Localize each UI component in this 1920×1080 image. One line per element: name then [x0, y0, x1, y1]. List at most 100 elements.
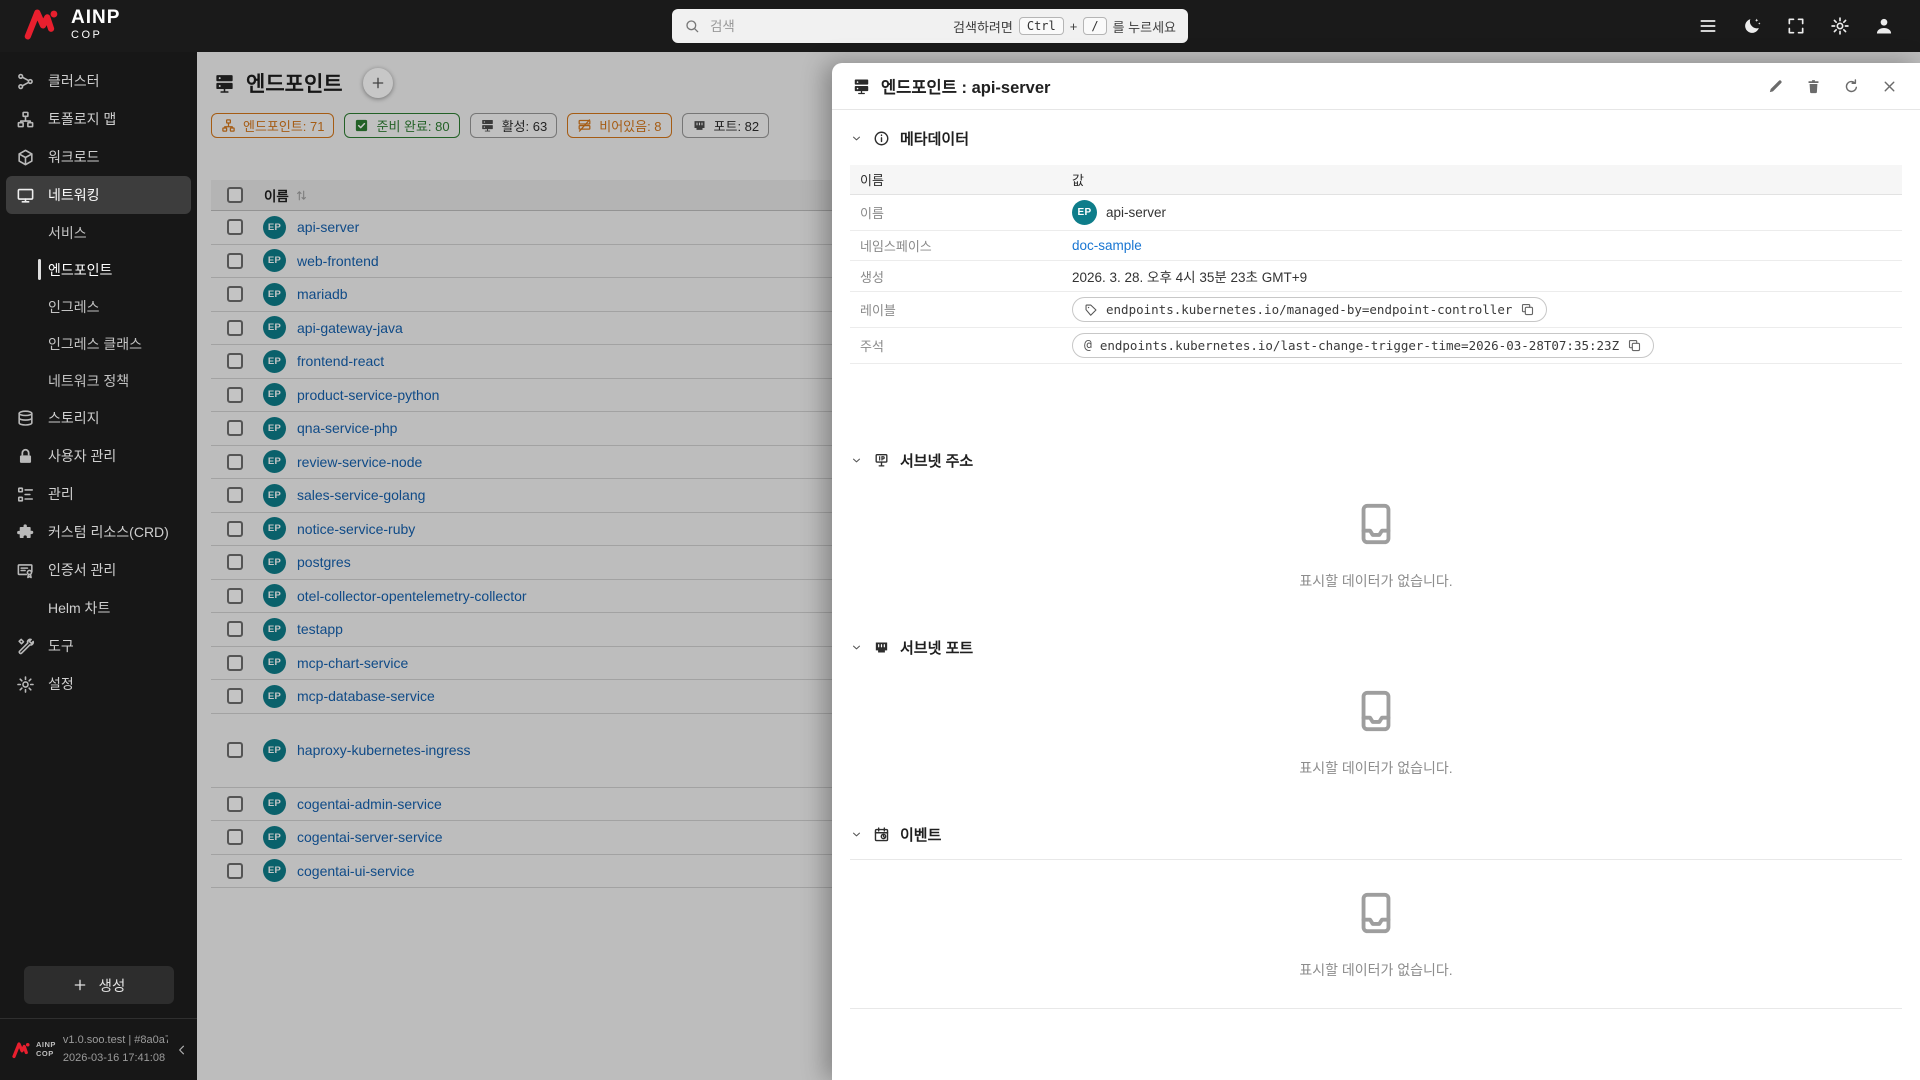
- brand-mark-icon: [24, 7, 62, 41]
- footer-brand: AINP COP: [12, 1041, 56, 1059]
- metadata-label: 생성: [850, 267, 1072, 286]
- chip-text: endpoints.kubernetes.io/last-change-trig…: [1100, 338, 1619, 353]
- section-title: 이벤트: [900, 824, 941, 845]
- sidebar-item-label: 네트워킹: [48, 185, 100, 205]
- sidebar-item-helm-chart[interactable]: Helm 차트: [6, 589, 191, 627]
- sidebar-item-label: 엔드포인트: [48, 260, 112, 280]
- dark-mode-icon[interactable]: [1742, 16, 1762, 36]
- sidebar-item-workload[interactable]: 워크로드: [6, 138, 191, 176]
- close-button[interactable]: [1881, 78, 1898, 95]
- sidebar-item-label: 인증서 관리: [48, 560, 116, 580]
- copy-icon[interactable]: [1520, 302, 1535, 317]
- delete-button[interactable]: [1805, 78, 1822, 95]
- search-input[interactable]: [708, 18, 945, 35]
- metadata-label: 주석: [850, 336, 1072, 355]
- sidebar-item-ingress-class[interactable]: 인그레스 클래스: [6, 325, 191, 362]
- brand-logo[interactable]: AINP COP: [24, 7, 120, 41]
- edit-button[interactable]: [1767, 78, 1784, 95]
- metadata-row: 주석 @ endpoints.kubernetes.io/last-change-t…: [850, 328, 1902, 364]
- selected-indicator: [38, 259, 41, 280]
- sidebar-item-certificate-mgmt[interactable]: 인증서 관리: [6, 551, 191, 589]
- sidebar-nav: 클러스터토폴로지 맵워크로드네트워킹서비스엔드포인트인그레스인그레스 클래스네트…: [0, 52, 197, 966]
- lock-icon: [16, 447, 35, 466]
- calendar-icon: [873, 826, 890, 843]
- sidebar-item-custom-resource[interactable]: 커스텀 리소스(CRD): [6, 513, 191, 551]
- sidebar-item-topology-map[interactable]: 토폴로지 맵: [6, 100, 191, 138]
- empty-state-text: 표시할 데이터가 없습니다.: [1299, 758, 1452, 778]
- sidebar-item-endpoints[interactable]: 엔드포인트: [6, 251, 191, 288]
- global-search: 검색하려면 Ctrl + / 를 누르세요: [672, 9, 1188, 43]
- sidebar-item-label: 인그레스 클래스: [48, 334, 142, 354]
- drawer-body: 메타데이터 이름 값 이름EPapi-server네임스페이스doc-sampl…: [832, 110, 1920, 1080]
- section-header-metadata[interactable]: 메타데이터: [850, 128, 1902, 149]
- metadata-row: 이름EPapi-server: [850, 195, 1902, 231]
- sidebar-item-network-policy[interactable]: 네트워크 정책: [6, 362, 191, 399]
- section-header-events[interactable]: 이벤트: [850, 824, 1902, 845]
- sidebar-item-label: 커스텀 리소스(CRD): [48, 522, 169, 542]
- inbox-icon: [1353, 890, 1399, 936]
- ctrl-key: Ctrl: [1019, 17, 1064, 35]
- sidebar-item-label: 토폴로지 맵: [48, 109, 116, 129]
- fullscreen-icon[interactable]: [1786, 16, 1806, 36]
- sidebar-item-label: 사용자 관리: [48, 446, 116, 466]
- at-icon: @: [1084, 338, 1092, 353]
- info-icon: [873, 130, 890, 147]
- slash-key: /: [1083, 17, 1106, 35]
- metadata-table: 이름 값 이름EPapi-server네임스페이스doc-sample생성202…: [850, 165, 1902, 364]
- sidebar-item-networking[interactable]: 네트워킹: [6, 176, 191, 214]
- endpoint-type-badge: EP: [1072, 200, 1097, 225]
- metadata-row: 네임스페이스doc-sample: [850, 231, 1902, 261]
- brand-mark-icon: [12, 1041, 32, 1059]
- sidebar: 클러스터토폴로지 맵워크로드네트워킹서비스엔드포인트인그레스인그레스 클래스네트…: [0, 52, 197, 1080]
- plus-icon: [72, 977, 88, 993]
- sidebar-item-storage[interactable]: 스토리지: [6, 399, 191, 437]
- topbar: AINP COP 검색하려면 Ctrl + / 를 누르세요: [0, 0, 1920, 52]
- topbar-actions: [1698, 0, 1894, 52]
- create-button[interactable]: 생성: [24, 966, 174, 1004]
- metadata-value: 2026. 3. 28. 오후 4시 35분 23초 GMT+9: [1072, 266, 1307, 286]
- section-title: 서브넷 포트: [900, 637, 973, 658]
- inbox-icon: [1353, 501, 1399, 547]
- empty-state-text: 표시할 데이터가 없습니다.: [1299, 960, 1452, 980]
- section-events: 이벤트표시할 데이터가 없습니다.: [850, 824, 1902, 1009]
- refresh-button[interactable]: [1843, 78, 1860, 95]
- version-info: v1.0.soo.test | #8a0a78cd 2026-03-16 17:…: [63, 1032, 168, 1066]
- metadata-chip: @ endpoints.kubernetes.io/last-change-tri…: [1072, 333, 1654, 358]
- sidebar-collapse-icon[interactable]: [175, 1043, 189, 1057]
- sidebar-footer: AINP COP v1.0.soo.test | #8a0a78cd 2026-…: [0, 1018, 197, 1080]
- sidebar-item-ingress[interactable]: 인그레스: [6, 288, 191, 325]
- drawer-header: 엔드포인트 : api-server: [832, 63, 1920, 110]
- gear-icon: [16, 675, 35, 694]
- section-header-subnet-addresses[interactable]: 서브넷 주소: [850, 450, 1902, 471]
- search-icon: [684, 18, 700, 34]
- section-header-subnet-ports[interactable]: 서브넷 포트: [850, 637, 1902, 658]
- chevron-down-icon: [850, 828, 863, 841]
- sidebar-item-settings[interactable]: 설정: [6, 665, 191, 703]
- empty-state: 표시할 데이터가 없습니다.: [850, 658, 1902, 806]
- endpoint-icon: [852, 77, 871, 96]
- empty-state: 표시할 데이터가 없습니다.: [850, 471, 1902, 619]
- metadata-label: 이름: [850, 203, 1072, 222]
- copy-icon[interactable]: [1627, 338, 1642, 353]
- topology-icon: [16, 110, 35, 129]
- sidebar-item-tools[interactable]: 도구: [6, 627, 191, 665]
- settings-icon[interactable]: [1830, 16, 1850, 36]
- sidebar-item-services[interactable]: 서비스: [6, 214, 191, 251]
- chevron-down-icon: [850, 454, 863, 467]
- sidebar-item-cluster[interactable]: 클러스터: [6, 62, 191, 100]
- search-shortcut-hint: 검색하려면 Ctrl + / 를 누르세요: [953, 17, 1176, 36]
- account-icon[interactable]: [1874, 16, 1894, 36]
- sidebar-item-management[interactable]: 관리: [6, 475, 191, 513]
- metadata-label: 레이블: [850, 300, 1072, 319]
- namespace-link[interactable]: doc-sample: [1072, 238, 1142, 253]
- drawer-title: 엔드포인트 : api-server: [881, 74, 1050, 98]
- section-subnet-addresses: 서브넷 주소표시할 데이터가 없습니다.: [850, 450, 1902, 619]
- sidebar-item-label: 네트워크 정책: [48, 371, 129, 391]
- sidebar-item-user-management[interactable]: 사용자 관리: [6, 437, 191, 475]
- metadata-row: 생성2026. 3. 28. 오후 4시 35분 23초 GMT+9: [850, 261, 1902, 292]
- drawer-actions: [1767, 78, 1898, 95]
- menu-icon[interactable]: [1698, 16, 1718, 36]
- ip-icon: [873, 452, 890, 469]
- detail-drawer: 엔드포인트 : api-server 메타데이터 이름 값 이름EPapi-se…: [832, 63, 1920, 1080]
- certificate-icon: [16, 561, 35, 580]
